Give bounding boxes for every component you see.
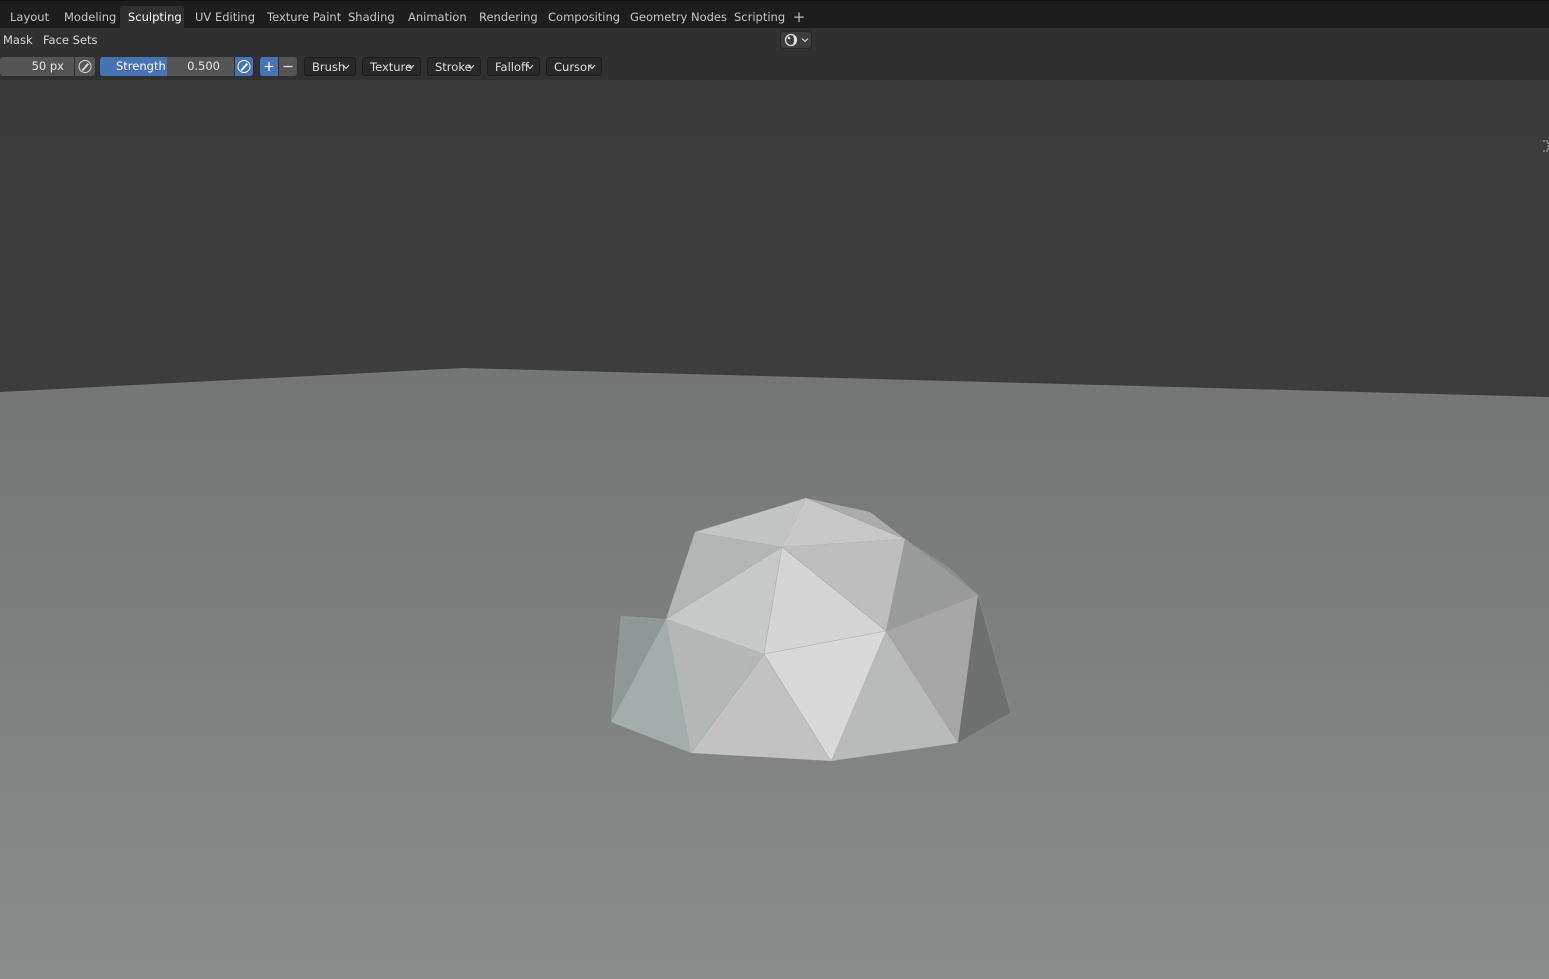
chevron-down-icon: [526, 64, 534, 70]
falloff-dropdown[interactable]: Falloff: [487, 57, 540, 76]
pen-pressure-icon: [237, 60, 251, 73]
menu-mask[interactable]: Mask: [3, 28, 33, 52]
chevron-down-icon: [467, 64, 475, 70]
3d-viewport[interactable]: [0, 80, 1549, 979]
viewport-shading-dropdown[interactable]: [780, 31, 812, 49]
add-workspace-button[interactable]: +: [791, 6, 807, 28]
chevron-down-icon: [407, 64, 415, 70]
tab-uv-editing[interactable]: UV Editing: [187, 6, 263, 28]
viewport-header: Mask Face Sets: [0, 28, 1549, 52]
strength-value: 0.500: [187, 59, 220, 73]
chevron-down-icon: [588, 64, 596, 70]
tab-scripting[interactable]: Scripting: [726, 6, 793, 28]
strength-label: Strength: [116, 59, 166, 73]
brush-dropdown[interactable]: Brush: [304, 57, 356, 76]
pen-pressure-icon: [78, 60, 92, 73]
tool-settings-bar: 50 px Strength 0.500 Brush Texture Strok…: [0, 52, 1549, 80]
plus-icon: +: [792, 8, 806, 26]
viewport-shading-icon: [784, 33, 809, 47]
strength-slider[interactable]: Strength 0.500: [100, 57, 234, 76]
plus-icon: [264, 62, 274, 71]
menu-face-sets[interactable]: Face Sets: [43, 28, 98, 52]
tab-compositing[interactable]: Compositing: [540, 6, 628, 28]
radius-field[interactable]: 50 px: [0, 57, 74, 76]
direction-subtract-button[interactable]: [279, 57, 297, 76]
texture-dropdown-label: Texture: [370, 60, 413, 74]
tab-modeling[interactable]: Modeling: [56, 6, 124, 28]
region-toggle-icon[interactable]: [1541, 140, 1549, 152]
cursor-dropdown-label: Cursor: [554, 60, 592, 74]
chevron-down-icon: [342, 64, 350, 70]
direction-add-button[interactable]: [260, 57, 278, 76]
stroke-dropdown[interactable]: Stroke: [427, 57, 481, 76]
strength-pressure-toggle[interactable]: [235, 57, 253, 76]
minus-icon: [283, 65, 293, 68]
radius-pressure-toggle[interactable]: [75, 57, 95, 76]
tab-geometry-nodes[interactable]: Geometry Nodes: [622, 6, 735, 28]
texture-dropdown[interactable]: Texture: [362, 57, 421, 76]
workspace-tab-bar: Layout Modeling Sculpting UV Editing Tex…: [0, 0, 1549, 28]
falloff-dropdown-label: Falloff: [495, 60, 529, 74]
viewport-scene: [0, 80, 1549, 979]
tab-sculpting[interactable]: Sculpting: [120, 6, 184, 28]
tab-rendering[interactable]: Rendering: [471, 6, 546, 28]
tab-texture-paint[interactable]: Texture Paint: [259, 6, 349, 28]
blender-window: Layout Modeling Sculpting UV Editing Tex…: [0, 0, 1549, 979]
brush-dropdown-label: Brush: [312, 60, 346, 74]
tab-layout[interactable]: Layout: [2, 6, 57, 28]
tab-shading[interactable]: Shading: [340, 6, 403, 28]
tab-animation[interactable]: Animation: [400, 6, 475, 28]
cursor-dropdown[interactable]: Cursor: [546, 57, 602, 76]
